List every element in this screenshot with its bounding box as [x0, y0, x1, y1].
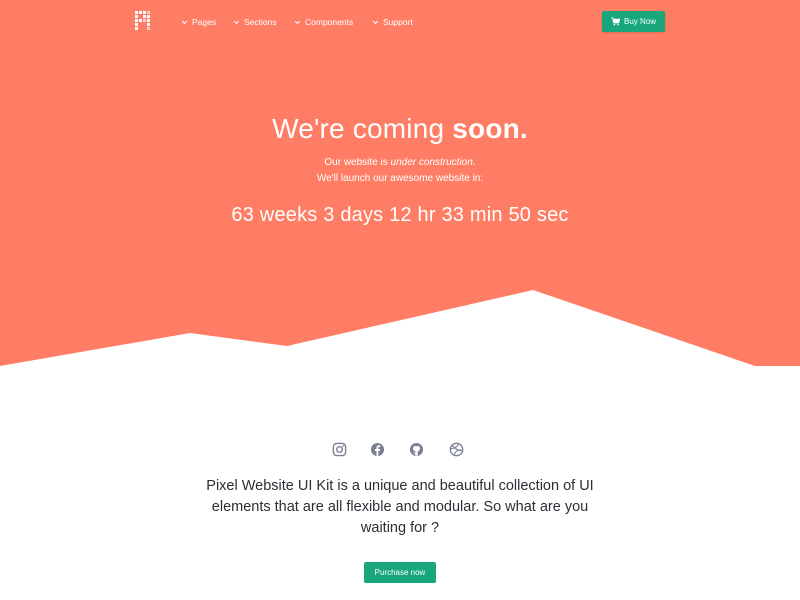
subtitle-line-2: We'll launch our awesome website in: — [316, 173, 484, 184]
headline-light: We're coming — [272, 113, 453, 144]
nav-item-support[interactable]: Support — [371, 15, 413, 29]
chevron-down-icon — [181, 20, 188, 24]
headline-bold: soon. — [452, 113, 528, 144]
pixel-logo-icon[interactable] — [135, 11, 153, 31]
product-description: Pixel Website UI Kit is a unique and bea… — [206, 478, 594, 536]
chevron-down-icon — [372, 20, 379, 24]
nav-item-pages[interactable]: Pages — [180, 15, 216, 29]
hero-section: Pages Sections Components Support Buy No… — [0, 0, 800, 366]
buy-now-label: Buy Now — [623, 17, 656, 26]
buy-now-button[interactable]: Buy Now — [602, 11, 665, 32]
dribbble-icon[interactable] — [449, 442, 464, 457]
social-links — [0, 442, 800, 458]
navbar: Pages Sections Components Support Buy No… — [0, 0, 800, 42]
chevron-down-icon — [294, 20, 301, 24]
subtitle-emphasis: under construction. — [390, 157, 476, 168]
purchase-now-button[interactable]: Purchase now — [364, 562, 436, 583]
nav-item-label: Pages — [192, 17, 217, 27]
instagram-icon[interactable] — [332, 442, 347, 457]
cart-icon — [611, 17, 620, 26]
github-icon[interactable] — [409, 442, 424, 457]
nav-item-label: Sections — [244, 17, 277, 27]
subtitle-prefix: Our website is — [324, 157, 391, 168]
facebook-icon[interactable] — [370, 442, 385, 457]
nav-item-label: Support — [383, 17, 413, 27]
nav-item-components[interactable]: Components — [293, 15, 353, 29]
subtitle-line-1: Our website is under construction. — [0, 157, 800, 168]
nav-item-label: Components — [305, 17, 354, 27]
chevron-down-icon — [233, 20, 240, 24]
countdown-timer: 63 weeks 3 days 12 hr 33 min 50 sec — [231, 204, 569, 226]
page-title: We're coming soon. — [0, 113, 800, 145]
nav-item-sections[interactable]: Sections — [232, 15, 277, 29]
